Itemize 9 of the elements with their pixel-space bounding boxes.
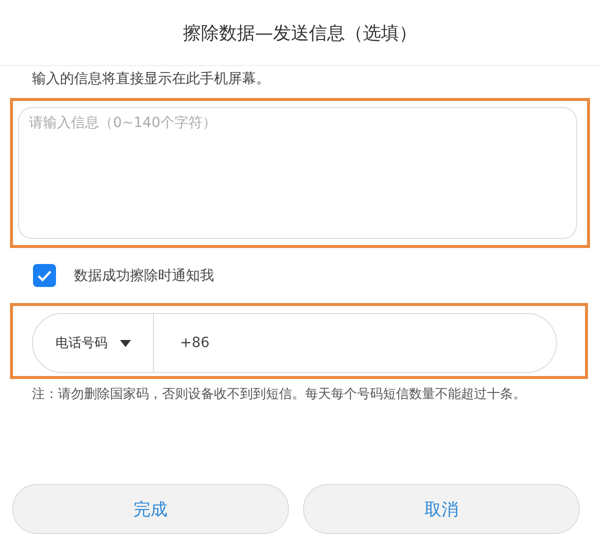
- dialog-title: 擦除数据—发送信息（选填）: [183, 22, 417, 44]
- check-icon: [37, 270, 52, 282]
- description-text: 输入的信息将直接显示在此手机屏幕。: [32, 70, 271, 88]
- phone-field[interactable]: 电话号码 +86: [32, 313, 557, 373]
- message-field[interactable]: 请输入信息（0~140个字符）: [18, 107, 577, 239]
- checkbox-label: 数据成功擦除时通知我: [74, 266, 214, 284]
- note-text: 注：请勿删除国家码，否则设备收不到到短信。每天每个号码短信数量不能超过十条。: [32, 386, 527, 404]
- checkbox[interactable]: [33, 264, 56, 287]
- caret-icon: [120, 340, 130, 346]
